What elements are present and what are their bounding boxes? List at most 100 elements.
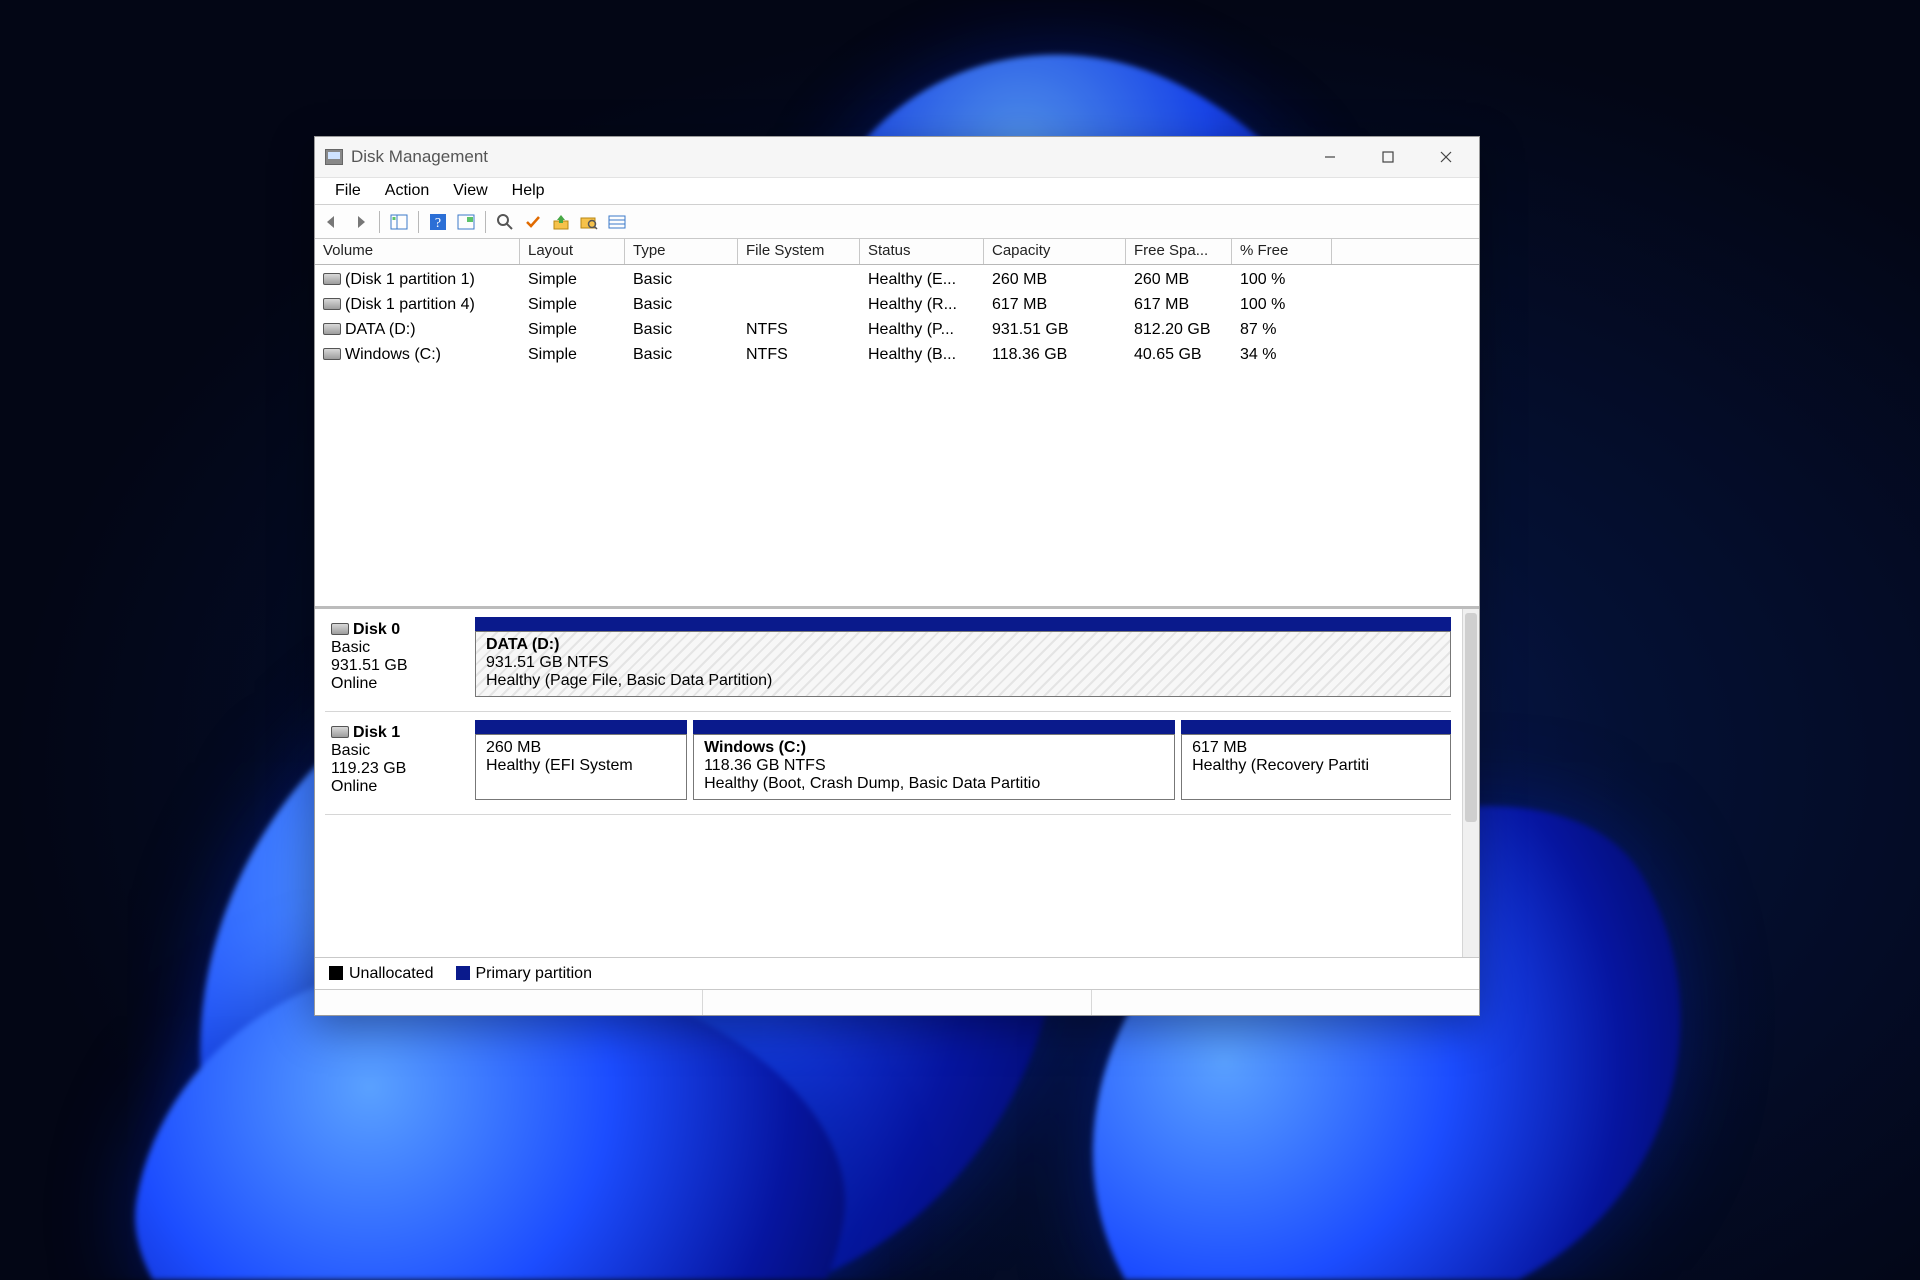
svg-text:?: ? bbox=[435, 216, 441, 231]
disk-icon bbox=[331, 726, 349, 738]
menu-help[interactable]: Help bbox=[500, 180, 557, 202]
partition-status: Healthy (Boot, Crash Dump, Basic Data Pa… bbox=[704, 775, 1040, 792]
partition-status: Healthy (Recovery Partiti bbox=[1192, 757, 1369, 774]
col-capacity[interactable]: Capacity bbox=[984, 239, 1126, 264]
partition-status: Healthy (Page File, Basic Data Partition… bbox=[486, 672, 772, 689]
partition[interactable]: 617 MBHealthy (Recovery Partiti bbox=[1181, 720, 1451, 800]
disk-management-window: Disk Management File Action View Help bbox=[314, 136, 1480, 1016]
volume-free: 812.20 GB bbox=[1126, 321, 1232, 339]
partition-header-bar bbox=[693, 720, 1175, 734]
partition-size: 260 MB bbox=[486, 739, 541, 756]
drive-icon bbox=[323, 348, 341, 360]
volume-pct-free: 34 % bbox=[1232, 346, 1332, 364]
legend-unallocated: Unallocated bbox=[329, 965, 434, 983]
partition-box[interactable]: 260 MBHealthy (EFI System bbox=[475, 734, 687, 800]
volume-row[interactable]: Windows (C:) SimpleBasicNTFSHealthy (B...… bbox=[315, 342, 1479, 367]
volume-capacity: 931.51 GB bbox=[984, 321, 1126, 339]
legend-primary-label: Primary partition bbox=[476, 965, 592, 982]
volume-free: 617 MB bbox=[1126, 296, 1232, 314]
drive-icon bbox=[323, 298, 341, 310]
col-status[interactable]: Status bbox=[860, 239, 984, 264]
show-tree-button[interactable] bbox=[386, 209, 412, 235]
partition-box[interactable]: DATA (D:)931.51 GB NTFSHealthy (Page Fil… bbox=[475, 631, 1451, 697]
partition[interactable]: Windows (C:)118.36 GB NTFSHealthy (Boot,… bbox=[693, 720, 1175, 800]
disk-label[interactable]: Disk 1Basic119.23 GBOnline bbox=[325, 720, 475, 800]
partition-title: DATA (D:) bbox=[486, 636, 559, 653]
partition-size: 617 MB bbox=[1192, 739, 1247, 756]
titlebar[interactable]: Disk Management bbox=[315, 137, 1479, 177]
volume-status: Healthy (P... bbox=[860, 321, 984, 339]
volume-pct-free: 100 % bbox=[1232, 296, 1332, 314]
menu-view[interactable]: View bbox=[441, 180, 499, 202]
partition-size: 931.51 GB NTFS bbox=[486, 654, 609, 671]
partition-box[interactable]: 617 MBHealthy (Recovery Partiti bbox=[1181, 734, 1451, 800]
menu-file[interactable]: File bbox=[323, 180, 373, 202]
maximize-button[interactable] bbox=[1359, 137, 1417, 177]
legend-primary: Primary partition bbox=[456, 965, 592, 983]
volume-free: 40.65 GB bbox=[1126, 346, 1232, 364]
volume-name: (Disk 1 partition 1) bbox=[345, 271, 475, 288]
volume-filesystem: NTFS bbox=[738, 346, 860, 364]
search-folder-button[interactable] bbox=[576, 209, 602, 235]
legend-unallocated-label: Unallocated bbox=[349, 965, 434, 982]
partition-box[interactable]: Windows (C:)118.36 GB NTFSHealthy (Boot,… bbox=[693, 734, 1175, 800]
volume-pct-free: 100 % bbox=[1232, 271, 1332, 289]
properties-button[interactable] bbox=[492, 209, 518, 235]
volume-type: Basic bbox=[625, 296, 738, 314]
col-filesystem[interactable]: File System bbox=[738, 239, 860, 264]
volume-status: Healthy (R... bbox=[860, 296, 984, 314]
volume-row[interactable]: DATA (D:)SimpleBasicNTFSHealthy (P...931… bbox=[315, 317, 1479, 342]
disk-partitions: 260 MBHealthy (EFI SystemWindows (C:)118… bbox=[475, 720, 1451, 800]
nav-forward-button[interactable] bbox=[347, 209, 373, 235]
volume-row[interactable]: (Disk 1 partition 4) SimpleBasic Healthy (… bbox=[315, 292, 1479, 317]
volume-layout: Simple bbox=[520, 296, 625, 314]
window-title: Disk Management bbox=[351, 147, 488, 167]
refresh-button[interactable] bbox=[453, 209, 479, 235]
toolbar: ? bbox=[315, 205, 1479, 239]
col-free[interactable]: Free Spa... bbox=[1126, 239, 1232, 264]
volume-name: DATA (D:) bbox=[345, 321, 416, 338]
volume-row[interactable]: (Disk 1 partition 1)SimpleBasicHealthy (… bbox=[315, 267, 1479, 292]
col-volume[interactable]: Volume bbox=[315, 239, 520, 264]
drive-icon bbox=[323, 273, 341, 285]
app-icon bbox=[325, 149, 343, 165]
menubar: File Action View Help bbox=[315, 177, 1479, 205]
volume-name: (Disk 1 partition 4) bbox=[345, 296, 475, 313]
partition[interactable]: 260 MBHealthy (EFI System bbox=[475, 720, 687, 800]
volume-type: Basic bbox=[625, 346, 738, 364]
partition-header-bar bbox=[1181, 720, 1451, 734]
partition-header-bar bbox=[475, 720, 687, 734]
nav-back-button[interactable] bbox=[319, 209, 345, 235]
list-icon-button[interactable] bbox=[604, 209, 630, 235]
close-button[interactable] bbox=[1417, 137, 1475, 177]
volume-list-body: (Disk 1 partition 1)SimpleBasicHealthy (… bbox=[315, 265, 1479, 369]
disk-label[interactable]: Disk 0Basic931.51 GBOnline bbox=[325, 617, 475, 697]
partition-title: Windows (C:) bbox=[704, 739, 806, 756]
menu-action[interactable]: Action bbox=[373, 180, 441, 202]
partition[interactable]: DATA (D:)931.51 GB NTFSHealthy (Page Fil… bbox=[475, 617, 1451, 697]
help-button[interactable]: ? bbox=[425, 209, 451, 235]
volume-layout: Simple bbox=[520, 346, 625, 364]
status-bar bbox=[315, 989, 1479, 1015]
col-pct-free[interactable]: % Free bbox=[1232, 239, 1332, 264]
col-type[interactable]: Type bbox=[625, 239, 738, 264]
disk-row: Disk 0Basic931.51 GBOnlineDATA (D:)931.5… bbox=[325, 617, 1451, 712]
volume-free: 260 MB bbox=[1126, 271, 1232, 289]
check-button[interactable] bbox=[520, 209, 546, 235]
disk-icon bbox=[331, 623, 349, 635]
col-layout[interactable]: Layout bbox=[520, 239, 625, 264]
volume-name: Windows (C:) bbox=[345, 346, 441, 363]
volume-capacity: 617 MB bbox=[984, 296, 1126, 314]
disk-graphical-view: Disk 0Basic931.51 GBOnlineDATA (D:)931.5… bbox=[315, 609, 1479, 957]
vertical-scrollbar[interactable] bbox=[1462, 609, 1479, 957]
volume-list-header: Volume Layout Type File System Status Ca… bbox=[315, 239, 1479, 265]
minimize-button[interactable] bbox=[1301, 137, 1359, 177]
up-arrow-button[interactable] bbox=[548, 209, 574, 235]
volume-status: Healthy (B... bbox=[860, 346, 984, 364]
disk-partitions: DATA (D:)931.51 GB NTFSHealthy (Page Fil… bbox=[475, 617, 1451, 697]
volume-capacity: 118.36 GB bbox=[984, 346, 1126, 364]
legend-bar: Unallocated Primary partition bbox=[315, 957, 1479, 989]
volume-filesystem: NTFS bbox=[738, 321, 860, 339]
drive-icon bbox=[323, 323, 341, 335]
partition-header-bar bbox=[475, 617, 1451, 631]
